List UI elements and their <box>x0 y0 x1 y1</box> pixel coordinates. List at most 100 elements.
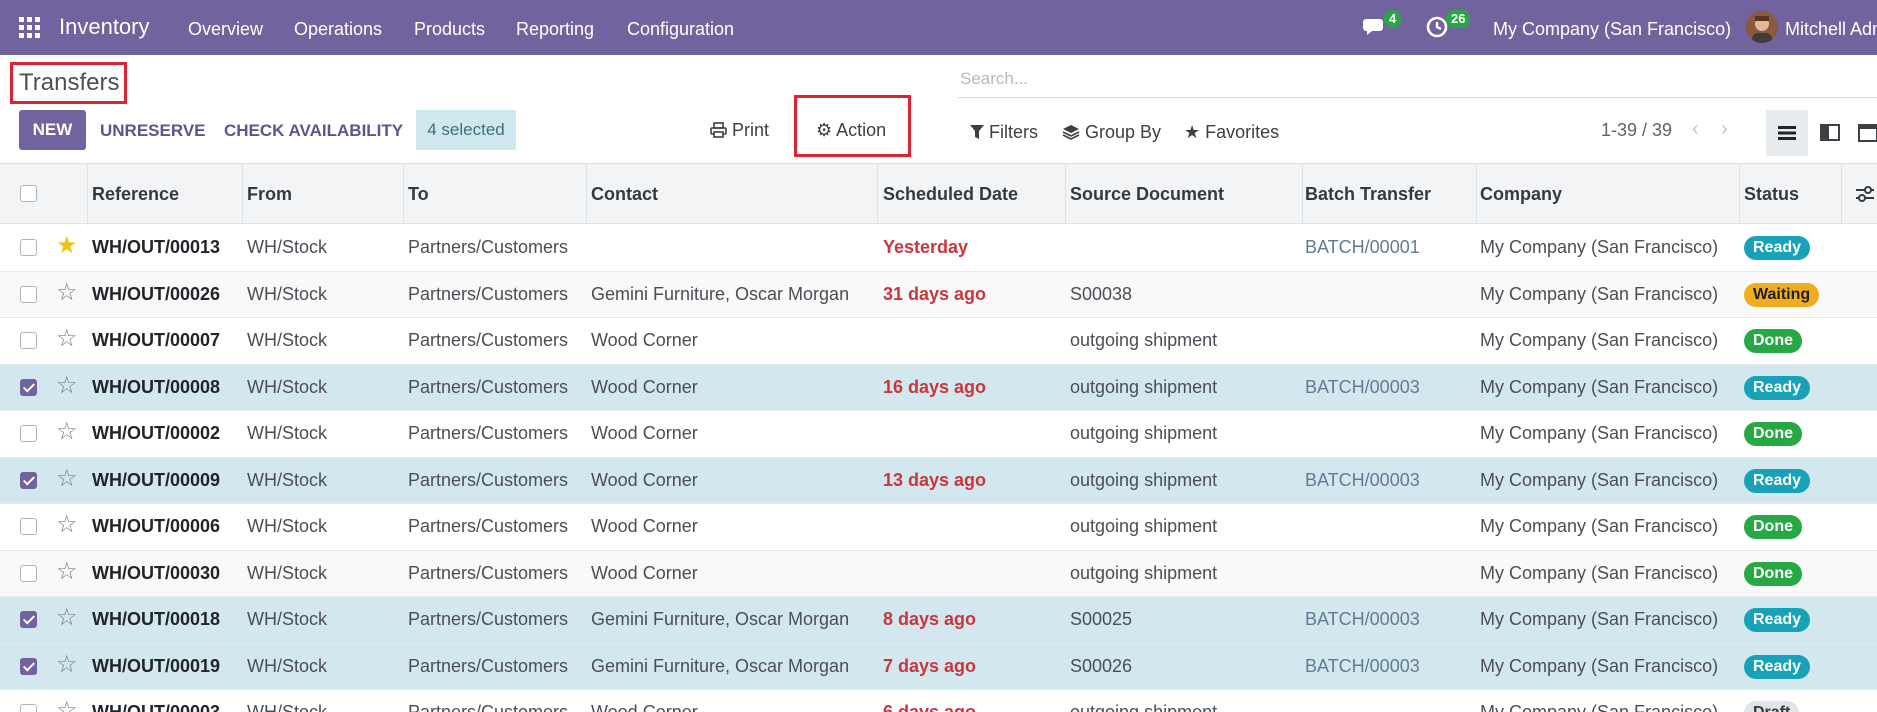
company-switcher[interactable]: My Company (San Francisco) <box>1493 19 1731 40</box>
pager-next-icon[interactable]: › <box>1721 118 1728 141</box>
row-checkbox[interactable] <box>20 425 37 442</box>
table-row[interactable]: ☆ WH/OUT/00002 WH/Stock Partners/Customers W… <box>0 411 1877 458</box>
row-checkbox[interactable] <box>20 611 37 628</box>
cell-batch-transfer[interactable]: BATCH/00003 <box>1305 609 1420 630</box>
menu-overview[interactable]: Overview <box>188 19 263 40</box>
user-avatar[interactable] <box>1746 11 1778 43</box>
status-badge: Done <box>1744 422 1802 446</box>
app-name[interactable]: Inventory <box>59 14 150 40</box>
filters-label: Filters <box>989 122 1039 142</box>
priority-star-icon[interactable]: ☆ <box>56 513 78 537</box>
priority-star-icon[interactable]: ☆ <box>56 606 78 630</box>
col-status[interactable]: Status <box>1744 184 1799 205</box>
table-row[interactable]: ☆ WH/OUT/00026 WH/Stock Partners/Customers G… <box>0 271 1877 318</box>
row-checkbox[interactable] <box>20 704 37 712</box>
table-row[interactable]: ☆ WH/OUT/00006 WH/Stock Partners/Customers W… <box>0 504 1877 551</box>
pager-previous-icon[interactable]: ‹ <box>1692 118 1699 141</box>
menu-products[interactable]: Products <box>414 19 485 40</box>
menu-operations[interactable]: Operations <box>294 19 382 40</box>
cell-contact: Gemini Furniture, Oscar Morgan <box>591 655 850 676</box>
apps-grid-icon[interactable] <box>19 17 41 39</box>
cell-to: Partners/Customers <box>408 516 569 536</box>
user-menu[interactable]: Mitchell Admin <box>1785 19 1877 40</box>
priority-star-icon[interactable]: ☆ <box>56 466 78 491</box>
cell-reference: WH/OUT/00008 <box>92 376 221 397</box>
col-to[interactable]: To <box>408 184 429 205</box>
calendar-view-button[interactable] <box>1851 110 1877 156</box>
cell-company: My Company (San Francisco) <box>1480 469 1719 490</box>
title-highlight-box <box>10 62 127 104</box>
priority-star-icon[interactable]: ☆ <box>56 652 78 677</box>
status-badge: Ready <box>1744 375 1811 400</box>
table-row[interactable]: ☆ WH/OUT/00008 WH/Stock Partners/Customers W… <box>0 364 1877 411</box>
kanban-view-button[interactable] <box>1809 110 1851 156</box>
cell-from: WH/Stock <box>247 283 328 304</box>
table-row[interactable]: ☆ WH/OUT/00018 WH/Stock Partners/Customers G… <box>0 597 1877 644</box>
table-row[interactable]: ★ WH/OUT/00013 WH/Stock Partners/Customers Y… <box>0 225 1877 272</box>
cell-batch-transfer[interactable]: BATCH/00003 <box>1305 470 1420 491</box>
row-checkbox[interactable] <box>20 332 37 349</box>
cell-source-document: outgoing shipment <box>1070 330 1218 350</box>
select-all-checkbox[interactable] <box>20 185 37 202</box>
table-row[interactable]: ☆ WH/OUT/00007 WH/Stock Partners/Customers W… <box>0 318 1877 365</box>
table-row[interactable]: ☆ WH/OUT/00003 WH/Stock Partners/Customers W… <box>0 690 1877 712</box>
priority-star-icon[interactable]: ☆ <box>56 373 78 398</box>
priority-star-icon[interactable]: ★ <box>56 234 78 258</box>
priority-star-icon[interactable]: ☆ <box>56 280 78 305</box>
kanban-view-icon <box>1820 124 1840 141</box>
cell-from: WH/Stock <box>247 702 328 712</box>
print-icon <box>710 120 732 140</box>
new-button[interactable]: NEW <box>19 110 86 150</box>
cell-contact: Wood Corner <box>591 562 698 583</box>
cell-from: WH/Stock <box>247 376 328 397</box>
search-input[interactable]: Search... <box>958 67 1877 98</box>
col-contact[interactable]: Contact <box>591 184 658 205</box>
group-by-button[interactable]: Group By <box>1062 122 1161 143</box>
row-checkbox[interactable] <box>20 657 37 675</box>
priority-star-icon[interactable]: ☆ <box>56 327 78 351</box>
cell-contact: Wood Corner <box>591 469 698 490</box>
table-row[interactable]: ☆ WH/OUT/00030 WH/Stock Partners/Customers W… <box>0 550 1877 597</box>
priority-star-icon[interactable]: ☆ <box>56 420 78 444</box>
row-checkbox[interactable] <box>20 378 37 396</box>
favorites-button[interactable]: ★ Favorites <box>1184 122 1279 143</box>
priority-star-icon[interactable]: ☆ <box>56 699 78 712</box>
row-checkbox[interactable] <box>20 285 37 303</box>
menu-reporting[interactable]: Reporting <box>516 19 594 40</box>
cell-batch-transfer[interactable]: BATCH/00003 <box>1305 656 1420 677</box>
cell-batch-transfer[interactable]: BATCH/00003 <box>1305 377 1420 398</box>
row-checkbox[interactable] <box>20 518 37 535</box>
col-reference[interactable]: Reference <box>92 184 179 205</box>
col-batch-transfer[interactable]: Batch Transfer <box>1305 184 1431 205</box>
unreserve-button[interactable]: UNRESERVE <box>100 121 206 141</box>
col-company[interactable]: Company <box>1480 184 1562 205</box>
cell-source-document: outgoing shipment <box>1070 562 1218 583</box>
cell-company: My Company (San Francisco) <box>1480 562 1719 583</box>
row-checkbox[interactable] <box>20 471 37 489</box>
table-header: Reference From To Contact Scheduled Date… <box>0 163 1877 225</box>
cell-batch-transfer[interactable]: BATCH/00001 <box>1305 237 1420 258</box>
pager-value[interactable]: 1-39 / 39 <box>1601 120 1672 141</box>
menu-configuration[interactable]: Configuration <box>627 19 734 40</box>
table-row[interactable]: ☆ WH/OUT/00019 WH/Stock Partners/Customers G… <box>0 643 1877 690</box>
cell-from: WH/Stock <box>247 423 328 443</box>
print-button[interactable]: Print <box>710 120 769 141</box>
cell-source-document: outgoing shipment <box>1070 702 1218 712</box>
filters-button[interactable]: Filters <box>970 122 1038 143</box>
cell-company: My Company (San Francisco) <box>1480 237 1719 257</box>
check-availability-button[interactable]: CHECK AVAILABILITY <box>224 121 403 141</box>
priority-star-icon[interactable]: ☆ <box>56 559 78 584</box>
cell-contact: Wood Corner <box>591 702 698 712</box>
row-checkbox[interactable] <box>20 564 37 582</box>
cell-scheduled-date: 31 days ago <box>883 283 987 304</box>
col-scheduled-date[interactable]: Scheduled Date <box>883 184 1018 205</box>
row-checkbox[interactable] <box>20 239 37 256</box>
activities-badge: 26 <box>1446 10 1471 28</box>
col-source-document[interactable]: Source Document <box>1070 184 1224 205</box>
list-view-button[interactable] <box>1766 110 1808 156</box>
cell-from: WH/Stock <box>247 655 328 676</box>
col-from[interactable]: From <box>247 184 292 205</box>
table-row[interactable]: ☆ WH/OUT/00009 WH/Stock Partners/Customers W… <box>0 457 1877 504</box>
optional-columns-icon[interactable] <box>1854 184 1876 209</box>
group-by-label: Group By <box>1085 122 1162 142</box>
